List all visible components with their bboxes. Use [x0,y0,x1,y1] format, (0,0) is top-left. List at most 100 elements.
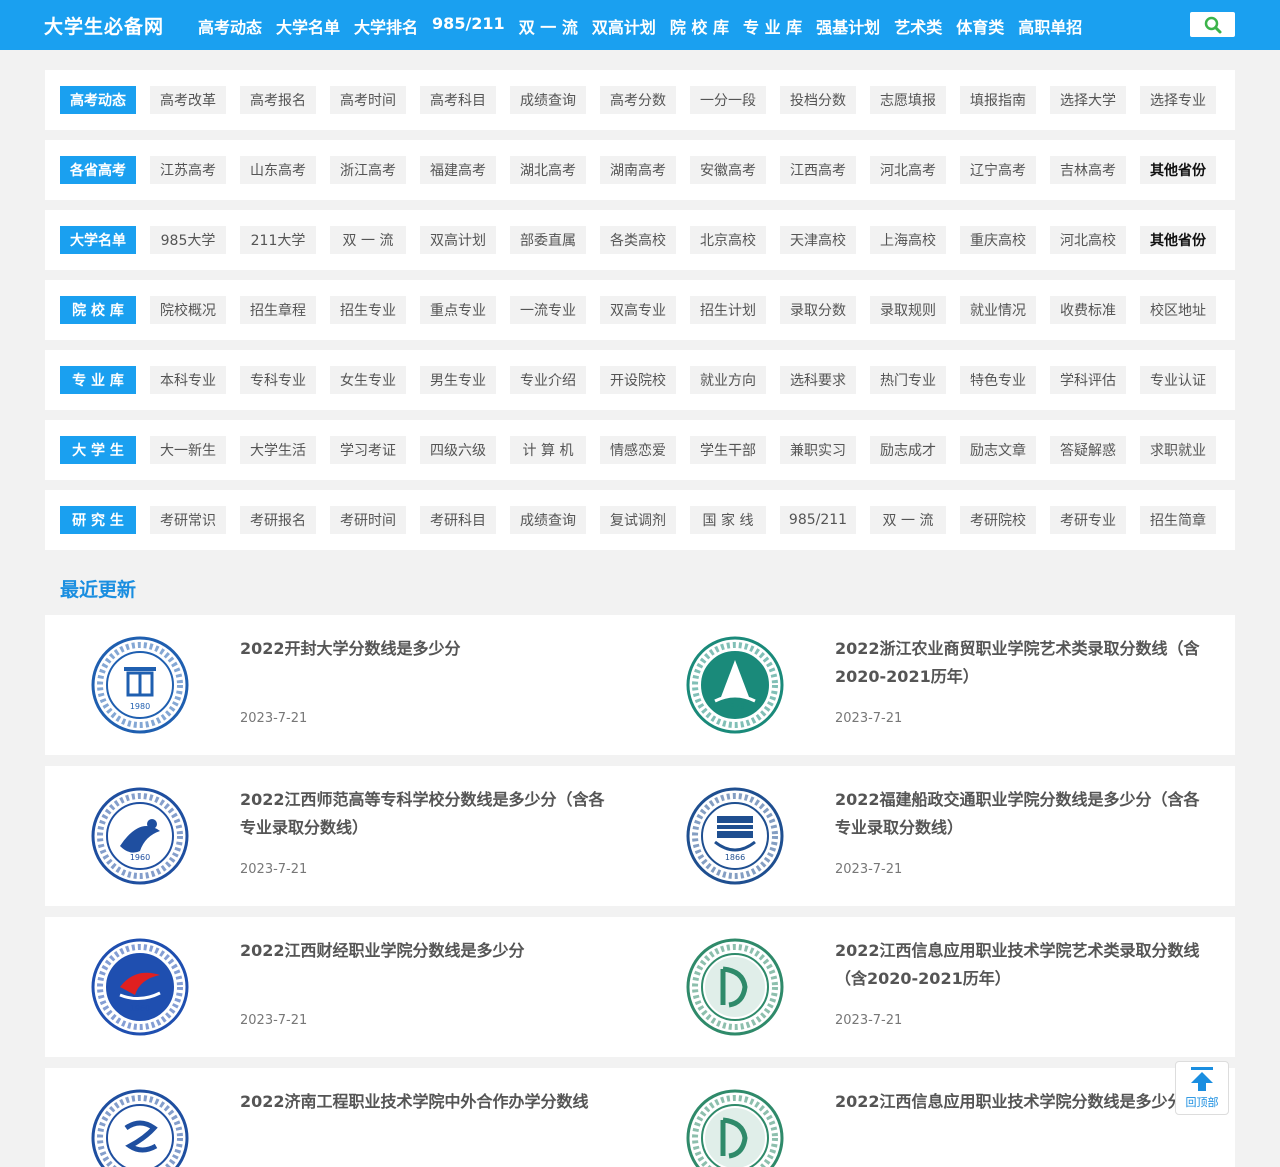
category-tag[interactable]: 国 家 线 [690,506,766,534]
category-tag[interactable]: 各类高校 [600,226,676,254]
school-logo[interactable] [685,1088,785,1167]
category-tag[interactable]: 其他省份 [1140,156,1216,184]
category-tag[interactable]: 答疑解惑 [1050,436,1126,464]
back-to-top-button[interactable]: 回顶部 [1175,1061,1229,1115]
category-tag[interactable]: 就业方向 [690,366,766,394]
category-tag[interactable]: 填报指南 [960,86,1036,114]
category-tag[interactable]: 辽宁高考 [960,156,1036,184]
category-tag[interactable]: 专科专业 [240,366,316,394]
nav-item[interactable]: 强基计划 [816,14,880,38]
category-tag[interactable]: 考研报名 [240,506,316,534]
category-tag[interactable]: 985/211 [780,506,856,534]
recent-article[interactable]: 2022江西信息应用职业技术学院艺术类录取分数线（含2020-2021历年） 20… [640,917,1235,1057]
category-tag[interactable]: 录取分数 [780,296,856,324]
category-tag[interactable]: 双 一 流 [870,506,946,534]
article-title[interactable]: 2022福建船政交通职业学院分数线是多少分（含各专业录取分数线） [835,786,1200,842]
category-tag[interactable]: 复试调剂 [600,506,676,534]
nav-item[interactable]: 双高计划 [592,14,656,38]
category-tag[interactable]: 大学生活 [240,436,316,464]
category-tag[interactable]: 男生专业 [420,366,496,394]
category-tag[interactable]: 江苏高考 [150,156,226,184]
category-tag[interactable]: 学科评估 [1050,366,1126,394]
article-title[interactable]: 2022济南工程职业技术学院中外合作办学分数线 [240,1088,605,1116]
category-tag[interactable]: 福建高考 [420,156,496,184]
category-tag[interactable]: 录取规则 [870,296,946,324]
school-logo[interactable]: 1960 [90,786,190,886]
recent-article[interactable]: 1960 2022江西财经职业学院分数线是多少分 2023-7-21 [45,917,640,1057]
category-tag[interactable]: 招生计划 [690,296,766,324]
category-tag[interactable]: 励志成才 [870,436,946,464]
category-tag[interactable]: 特色专业 [960,366,1036,394]
recent-article[interactable]: 1979 2022浙江农业商贸职业学院艺术类录取分数线（含2020-2021历年）… [640,615,1235,755]
category-tag[interactable]: 学生干部 [690,436,766,464]
category-tag[interactable]: 本科专业 [150,366,226,394]
category-tag[interactable]: 志愿填报 [870,86,946,114]
nav-item[interactable]: 高考动态 [198,14,262,38]
article-title[interactable]: 2022江西财经职业学院分数线是多少分 [240,937,605,965]
recent-article[interactable]: 1960 2022江西师范高等专科学校分数线是多少分（含各专业录取分数线） 2023… [45,766,640,906]
category-tag[interactable]: 双 一 流 [330,226,406,254]
category-tag[interactable]: 就业情况 [960,296,1036,324]
category-tag[interactable]: 选择专业 [1140,86,1216,114]
category-tag[interactable]: 学习考证 [330,436,406,464]
school-logo[interactable]: 1866 [685,786,785,886]
category-tag[interactable]: 高考科目 [420,86,496,114]
school-logo[interactable] [685,937,785,1037]
category-tag[interactable]: 计 算 机 [510,436,586,464]
category-tag[interactable]: 985大学 [150,226,226,254]
school-logo[interactable]: 1979 [685,635,785,735]
category-tag[interactable]: 江西高考 [780,156,856,184]
school-logo[interactable] [90,1088,190,1167]
category-tag[interactable]: 浙江高考 [330,156,406,184]
category-tag[interactable]: 其他省份 [1140,226,1216,254]
category-tag[interactable]: 收费标准 [1050,296,1126,324]
category-tag[interactable]: 山东高考 [240,156,316,184]
recent-article[interactable]: 2022江西信息应用职业技术学院分数线是多少分 [640,1068,1235,1167]
category-head[interactable]: 研 究 生 [60,506,136,534]
category-tag[interactable]: 北京高校 [690,226,766,254]
category-tag[interactable]: 湖北高考 [510,156,586,184]
category-tag[interactable]: 部委直属 [510,226,586,254]
search-button[interactable] [1190,12,1235,37]
category-tag[interactable]: 招生专业 [330,296,406,324]
category-tag[interactable]: 投档分数 [780,86,856,114]
category-tag[interactable]: 一分一段 [690,86,766,114]
category-tag[interactable]: 兼职实习 [780,436,856,464]
article-title[interactable]: 2022江西信息应用职业技术学院分数线是多少分 [835,1088,1200,1116]
nav-item[interactable]: 985/211 [432,14,505,38]
nav-item[interactable]: 专 业 库 [743,14,802,38]
category-tag[interactable]: 河北高校 [1050,226,1126,254]
school-logo[interactable]: 1960 [90,937,190,1037]
category-head[interactable]: 大学名单 [60,226,136,254]
category-tag[interactable]: 重点专业 [420,296,496,324]
category-tag[interactable]: 重庆高校 [960,226,1036,254]
recent-article[interactable]: 1866 2022福建船政交通职业学院分数线是多少分（含各专业录取分数线） 2023… [640,766,1235,906]
article-title[interactable]: 2022开封大学分数线是多少分 [240,635,605,663]
school-logo[interactable]: 1980 [90,635,190,735]
category-tag[interactable]: 211大学 [240,226,316,254]
article-title[interactable]: 2022浙江农业商贸职业学院艺术类录取分数线（含2020-2021历年） [835,635,1200,691]
category-tag[interactable]: 湖南高考 [600,156,676,184]
category-tag[interactable]: 高考分数 [600,86,676,114]
article-title[interactable]: 2022江西信息应用职业技术学院艺术类录取分数线（含2020-2021历年） [835,937,1200,993]
category-head[interactable]: 各省高考 [60,156,136,184]
category-tag[interactable]: 专业介绍 [510,366,586,394]
category-tag[interactable]: 选择大学 [1050,86,1126,114]
category-tag[interactable]: 天津高校 [780,226,856,254]
category-tag[interactable]: 考研时间 [330,506,406,534]
category-head[interactable]: 大 学 生 [60,436,136,464]
category-tag[interactable]: 女生专业 [330,366,406,394]
category-tag[interactable]: 安徽高考 [690,156,766,184]
nav-item[interactable]: 高职单招 [1018,14,1082,38]
category-tag[interactable]: 成绩查询 [510,506,586,534]
article-title[interactable]: 2022江西师范高等专科学校分数线是多少分（含各专业录取分数线） [240,786,605,842]
category-head[interactable]: 高考动态 [60,86,136,114]
category-tag[interactable]: 考研常识 [150,506,226,534]
category-tag[interactable]: 双高计划 [420,226,496,254]
category-tag[interactable]: 成绩查询 [510,86,586,114]
category-tag[interactable]: 一流专业 [510,296,586,324]
nav-item[interactable]: 大学排名 [354,14,418,38]
nav-item[interactable]: 艺术类 [894,14,942,38]
category-head[interactable]: 专 业 库 [60,366,136,394]
category-tag[interactable]: 情感恋爱 [600,436,676,464]
